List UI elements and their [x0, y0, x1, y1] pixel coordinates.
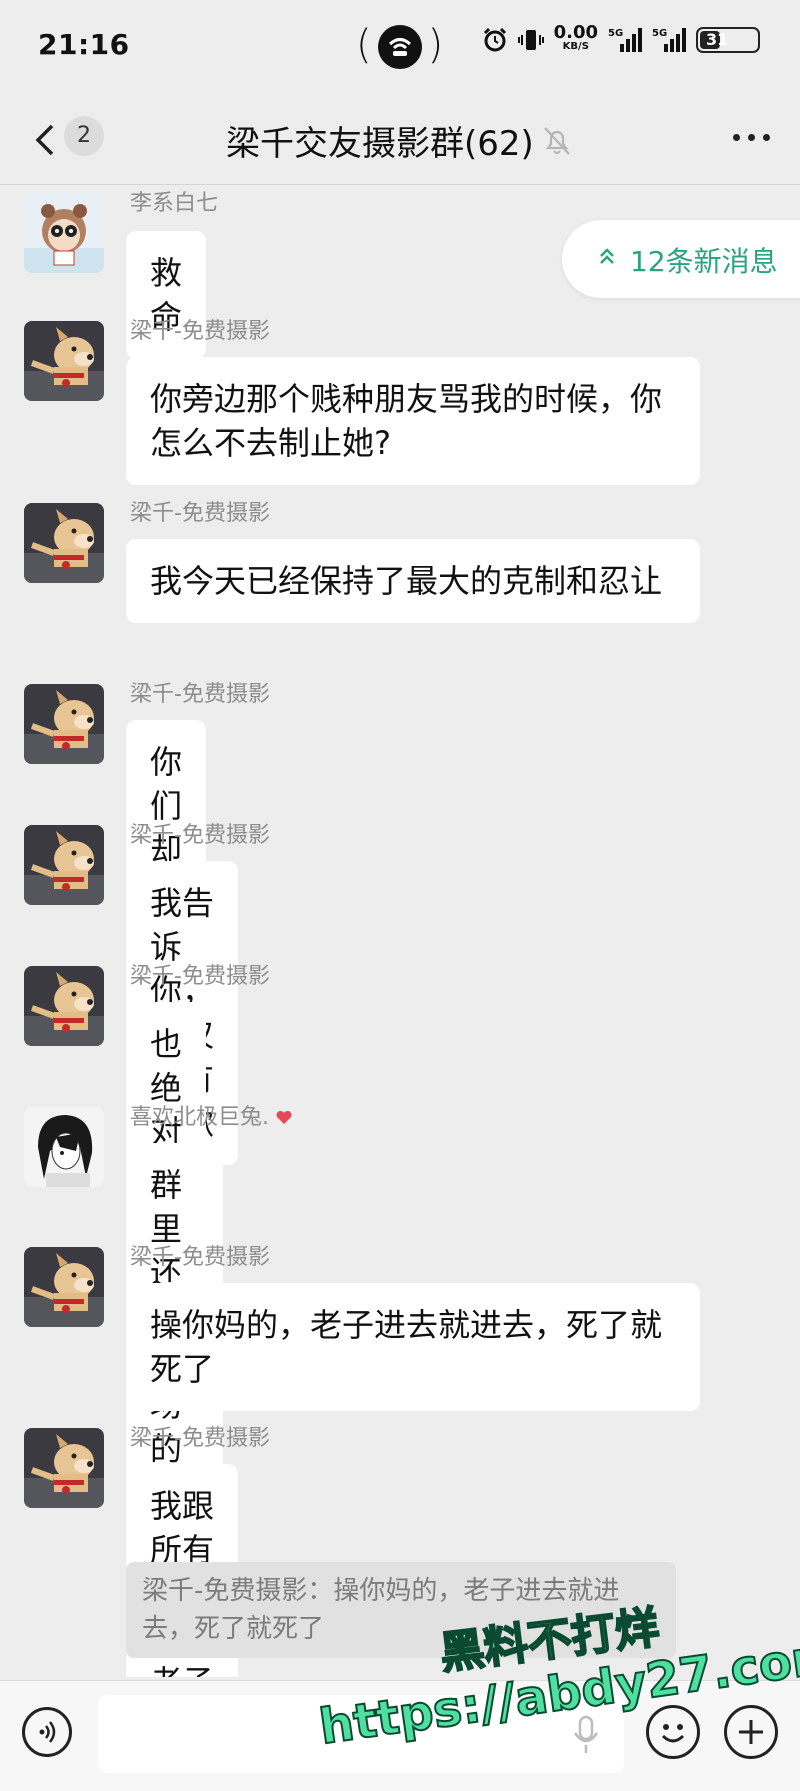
voice-button[interactable] — [22, 1707, 72, 1757]
hotspot-paren-right: ) — [427, 22, 444, 68]
net-speed-unit: KB/S — [562, 41, 589, 52]
dog-avatar[interactable] — [24, 966, 104, 1046]
chat-title: 梁千交友摄影群(62) — [226, 124, 534, 164]
dog-avatar[interactable] — [24, 1428, 104, 1508]
double-chevron-up-icon — [600, 248, 614, 264]
message-bubble[interactable]: 我今天已经保持了最大的克制和忍让 — [126, 539, 700, 623]
sender-name: 梁千-免费摄影 — [130, 1245, 270, 1270]
sender-name: 梁千-免费摄影 — [130, 823, 270, 848]
sender-name: 梁千-免费摄影 — [130, 682, 270, 707]
battery-icon: 31 — [696, 27, 760, 53]
status-time: 21:16 — [38, 28, 130, 61]
battery-level: 31 — [706, 30, 729, 49]
sender-name: 喜欢北极巨兔. — [130, 1099, 292, 1131]
sender-name: 梁千-免费摄影 — [130, 501, 270, 526]
status-icons: 0.00 KB/S 5G 5G 31 — [482, 22, 760, 54]
dog-avatar[interactable] — [24, 1247, 104, 1327]
sim1-label: 5G — [608, 28, 624, 39]
net-speed-value: 0.00 — [553, 22, 598, 43]
message-list[interactable]: 李系白七 救命 梁千-免费摄影 你旁边那个贱种朋友骂我的时候，你怎么不去制止她?… — [0, 185, 800, 1677]
hotspot-paren-left: ( — [356, 22, 372, 68]
dog-avatar[interactable] — [24, 503, 104, 583]
new-messages-button[interactable]: 12条新消息 — [562, 220, 800, 298]
hotspot-icon — [377, 25, 422, 69]
message-bubble[interactable]: 操你妈的，老子进去就进去，死了就死了 — [126, 1283, 700, 1411]
cartoon-avatar[interactable] — [24, 193, 104, 273]
net-speed: 0.00 KB/S — [553, 22, 598, 54]
dog-avatar[interactable] — [24, 825, 104, 905]
sender-name: 李系白七 — [130, 191, 219, 216]
new-messages-label: 12条新消息 — [630, 245, 778, 278]
hotspot-indicator: () — [356, 16, 443, 74]
dog-avatar[interactable] — [24, 684, 104, 764]
heart-icon — [276, 1110, 292, 1124]
sender-name: 梁千-免费摄影 — [130, 964, 270, 989]
mic-icon[interactable] — [572, 1715, 600, 1755]
status-bar: 21:16 () 0.00 KB/S 5G 5G 31 — [0, 0, 800, 96]
plus-icon — [739, 1720, 763, 1744]
voice-icon — [39, 1721, 56, 1743]
signal-1-icon: 5G — [608, 28, 642, 52]
sim2-label: 5G — [652, 28, 668, 39]
vibrate-icon — [517, 30, 544, 50]
emoji-button[interactable] — [646, 1705, 700, 1759]
emoji-icon — [661, 1724, 685, 1743]
unread-count-badge[interactable]: 2 — [64, 116, 104, 156]
alarm-icon — [483, 27, 506, 52]
dog-avatar[interactable] — [24, 321, 104, 401]
chevron-left-icon — [35, 124, 54, 156]
bell-off-icon — [544, 127, 570, 155]
chat-header: 2 梁千交友摄影群(62) — [0, 96, 800, 185]
anime-avatar[interactable] — [24, 1107, 104, 1187]
sender-name-text: 喜欢北极巨兔. — [130, 1105, 269, 1130]
more-button[interactable] — [733, 134, 770, 141]
plus-button[interactable] — [724, 1705, 778, 1759]
message-bubble[interactable]: 你旁边那个贱种朋友骂我的时候，你怎么不去制止她? — [126, 357, 700, 485]
sender-name: 梁千-免费摄影 — [130, 1426, 270, 1451]
more-icon — [733, 134, 740, 141]
signal-2-icon: 5G — [652, 28, 686, 52]
sender-name: 梁千-免费摄影 — [130, 319, 270, 344]
